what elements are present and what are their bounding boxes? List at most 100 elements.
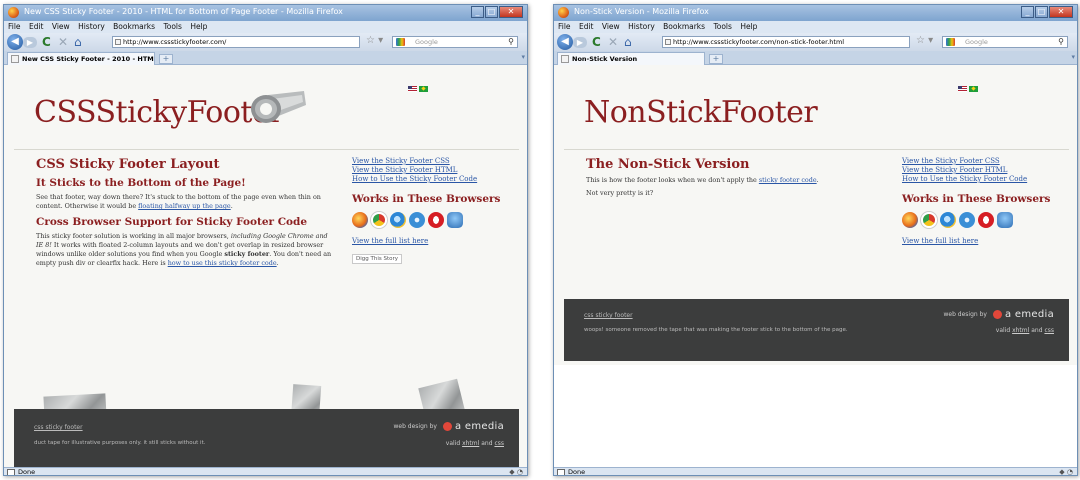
menu-tools[interactable]: Tools [163,22,181,31]
minimize-button[interactable]: _ [471,6,484,18]
forward-arrow-icon[interactable]: ▶ [573,37,587,48]
sidebar-link-html[interactable]: View the Sticky Footer HTML [902,166,1072,175]
status-addons-icon[interactable]: ◆ ◔ [509,468,523,475]
reload-icon[interactable]: C [592,35,601,49]
menu-help[interactable]: Help [190,22,207,31]
sidebar-link-how-to[interactable]: How to Use the Sticky Footer Code [352,175,522,184]
reload-icon[interactable]: C [42,35,51,49]
footer-note: woops! someone removed the tape that was… [584,327,848,333]
firefox-icon [558,7,569,18]
browser-window-non-stick: Non-Stick Version - Mozilla Firefox _ □ … [553,4,1078,476]
stop-icon[interactable]: ✕ [58,35,68,49]
maximize-button[interactable]: □ [1035,6,1048,18]
tab-active[interactable]: New CSS Sticky Footer - 2010 - HTM... [7,52,155,65]
footer-link[interactable]: css sticky footer [34,424,83,431]
digg-button[interactable]: Digg This Story [352,254,403,264]
tab-label: Non-Stick Version [572,55,638,63]
validation-links: valid xhtml and css [445,440,504,447]
status-addons-icon[interactable]: ◆ ◔ [1059,468,1073,475]
page-icon [665,39,671,45]
status-bar: Done ◆ ◔ [554,467,1077,475]
footer-note: duct tape for illustrative purposes only… [34,440,206,446]
css-link[interactable]: css [1044,327,1054,334]
xhtml-link[interactable]: xhtml [1012,327,1029,334]
menu-bar: File Edit View History Bookmarks Tools H… [4,21,527,33]
title-bar: Non-Stick Version - Mozilla Firefox _ □ … [554,5,1077,21]
duct-tape-roll-icon [251,91,306,123]
us-flag-icon[interactable] [958,86,967,92]
menu-view[interactable]: View [602,22,620,31]
status-page-icon [7,469,15,475]
menu-help[interactable]: Help [740,22,757,31]
maximize-button[interactable]: □ [485,6,498,18]
menu-file[interactable]: File [558,22,571,31]
site-logo[interactable]: CSSStickyFooter [34,95,284,130]
chrome-browser-icon [371,212,387,228]
close-button[interactable]: ✕ [1049,6,1073,18]
brand-name[interactable]: a emedia [455,421,504,432]
aiemedia-logo-icon [442,422,452,431]
menu-edit[interactable]: Edit [29,22,44,31]
menu-edit[interactable]: Edit [579,22,594,31]
brand-name[interactable]: a emedia [1005,309,1054,320]
sidebar: View the Sticky Footer CSS View the Stic… [352,157,522,264]
main-column: The Non-Stick Version This is how the fo… [586,155,886,198]
search-input[interactable]: Google ⚲ [942,36,1068,48]
tab-list-button[interactable]: ▾ [521,53,525,61]
sidebar-link-html[interactable]: View the Sticky Footer HTML [352,166,522,175]
web-design-credit: web design by a emedia [393,421,504,432]
menu-history[interactable]: History [628,22,655,31]
search-input[interactable]: Google ⚲ [392,36,518,48]
sidebar-link-css[interactable]: View the Sticky Footer CSS [352,157,522,166]
url-bar[interactable]: http://www.cssstickyfooter.com/ [112,36,360,48]
opera-browser-icon [978,212,994,228]
safari-browser-icon [959,212,975,228]
new-tab-button[interactable]: + [709,54,723,64]
site-footer: css sticky footer duct tape for illustra… [14,409,519,467]
tab-list-button[interactable]: ▾ [1071,53,1075,61]
brazil-flag-icon[interactable] [969,86,978,92]
menu-view[interactable]: View [52,22,70,31]
bookmark-star-icon[interactable]: ☆ ▾ [916,35,933,46]
tab-active[interactable]: Non-Stick Version [557,52,705,65]
minimize-button[interactable]: _ [1021,6,1034,18]
sticky-footer-code-link[interactable]: sticky footer code [759,176,817,184]
css-link[interactable]: css [494,440,504,447]
full-list-link[interactable]: View the full list here [352,237,522,245]
xhtml-link[interactable]: xhtml [462,440,479,447]
search-magnifier-icon[interactable]: ⚲ [1058,37,1064,47]
page-title: CSS Sticky Footer Layout [36,157,220,172]
tab-strip: Non-Stick Version + ▾ [554,51,1077,65]
status-page-icon [557,469,565,475]
forward-arrow-icon[interactable]: ▶ [23,37,37,48]
back-arrow-icon[interactable]: ◀ [557,34,573,50]
language-flags [408,86,428,92]
footer-link[interactable]: css sticky footer [584,312,633,319]
menu-history[interactable]: History [78,22,105,31]
close-button[interactable]: ✕ [499,6,523,18]
subheading: It Sticks to the Bottom of the Page! [36,177,246,189]
how-to-use-link[interactable]: how to use this sticky footer code [168,259,277,267]
url-bar[interactable]: http://www.cssstickyfooter.com/non-stick… [662,36,910,48]
menu-bookmarks[interactable]: Bookmarks [663,22,705,31]
main-column: CSS Sticky Footer Layout It Sticks to th… [36,155,336,268]
konqueror-browser-icon [997,212,1013,228]
site-logo[interactable]: NonStickFooter [584,95,818,130]
bookmark-star-icon[interactable]: ☆ ▾ [366,35,383,46]
home-icon[interactable]: ⌂ [624,35,632,49]
menu-bookmarks[interactable]: Bookmarks [113,22,155,31]
sidebar-link-css[interactable]: View the Sticky Footer CSS [902,157,1072,166]
search-magnifier-icon[interactable]: ⚲ [508,37,514,47]
new-tab-button[interactable]: + [159,54,173,64]
sidebar-link-how-to[interactable]: How to Use the Sticky Footer Code [902,175,1072,184]
full-list-link[interactable]: View the full list here [902,237,1072,245]
home-icon[interactable]: ⌂ [74,35,82,49]
us-flag-icon[interactable] [408,86,417,92]
back-arrow-icon[interactable]: ◀ [7,34,23,50]
brazil-flag-icon[interactable] [419,86,428,92]
menu-tools[interactable]: Tools [713,22,731,31]
stop-icon[interactable]: ✕ [608,35,618,49]
floating-halfway-link[interactable]: floating halfway up the page [138,202,231,210]
menu-file[interactable]: File [8,22,21,31]
status-text: Done [18,468,36,476]
